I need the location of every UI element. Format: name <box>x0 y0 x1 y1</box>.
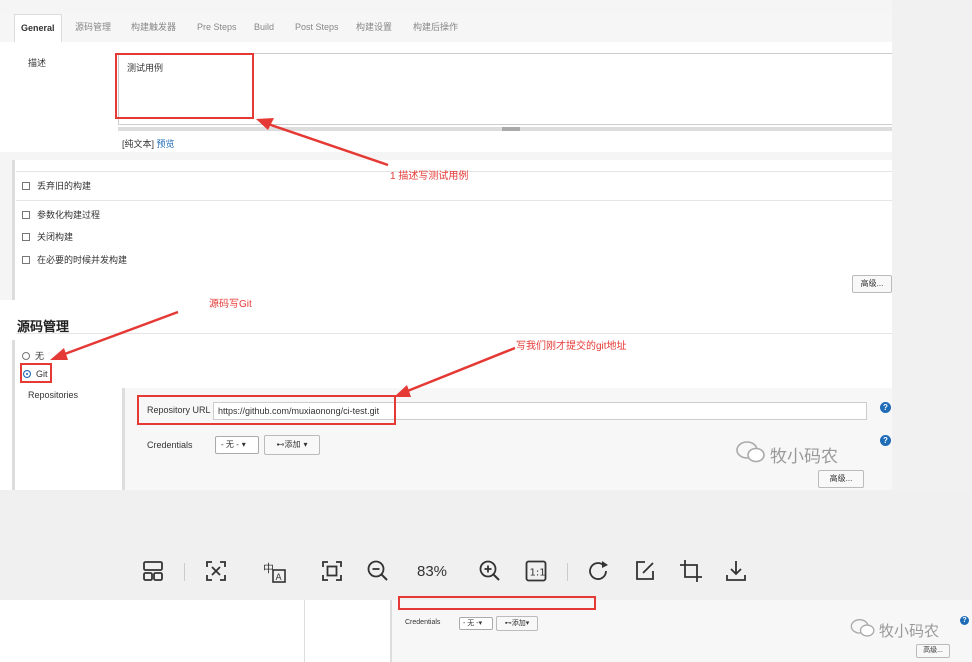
jenkins-config-screenshot: General 源码管理 构建触发器 Pre Steps Build Post … <box>0 0 892 490</box>
download-icon[interactable] <box>723 558 749 584</box>
translate-icon[interactable]: 中A <box>261 558 287 584</box>
credentials-select-value: - 无 - <box>463 620 479 627</box>
chevron-down-icon: ▾ <box>478 620 483 627</box>
viewer-background <box>892 0 972 490</box>
separator <box>184 563 185 581</box>
annotation-arrows <box>50 118 516 397</box>
watermark-text: 牧小码农 <box>879 622 940 640</box>
watermark: 牧小码农 <box>850 618 939 642</box>
zoom-out-icon[interactable] <box>365 558 391 584</box>
repo-url-highlight-box <box>398 596 596 610</box>
caret-down-icon: ▾ <box>525 620 530 627</box>
annotation-scm: 源码写Git <box>209 299 252 310</box>
annotation-description: 1 描述写测试用例 <box>390 171 469 182</box>
add-credentials-button[interactable]: ⊷添加▾ <box>496 616 538 631</box>
advanced-button[interactable]: 高级... <box>916 644 950 658</box>
key-icon: ⊷ <box>504 620 512 627</box>
zoom-in-icon[interactable] <box>477 558 503 584</box>
separator <box>567 563 568 581</box>
credentials-select[interactable]: - 无 -▾ <box>459 617 493 630</box>
fit-screen-icon[interactable] <box>203 558 229 584</box>
crop-icon[interactable] <box>678 558 704 584</box>
annotation-git-url: 写我们刚才提交的git地址 <box>516 341 627 352</box>
rotate-icon[interactable] <box>586 558 612 584</box>
svg-text:A: A <box>276 573 283 583</box>
fullscreen-icon[interactable] <box>319 558 345 584</box>
actual-size-icon[interactable]: 1:1 <box>523 558 549 584</box>
zoom-level: 83% <box>417 563 448 580</box>
add-button-label: 添加 <box>511 620 526 627</box>
credentials-label: Credentials <box>405 619 441 626</box>
svg-text:1:1: 1:1 <box>530 568 546 579</box>
divider <box>304 600 305 662</box>
help-icon[interactable]: ? <box>960 616 969 625</box>
wechat-icon <box>850 618 876 642</box>
edit-icon[interactable] <box>632 558 658 584</box>
layout-icon[interactable] <box>140 558 166 584</box>
